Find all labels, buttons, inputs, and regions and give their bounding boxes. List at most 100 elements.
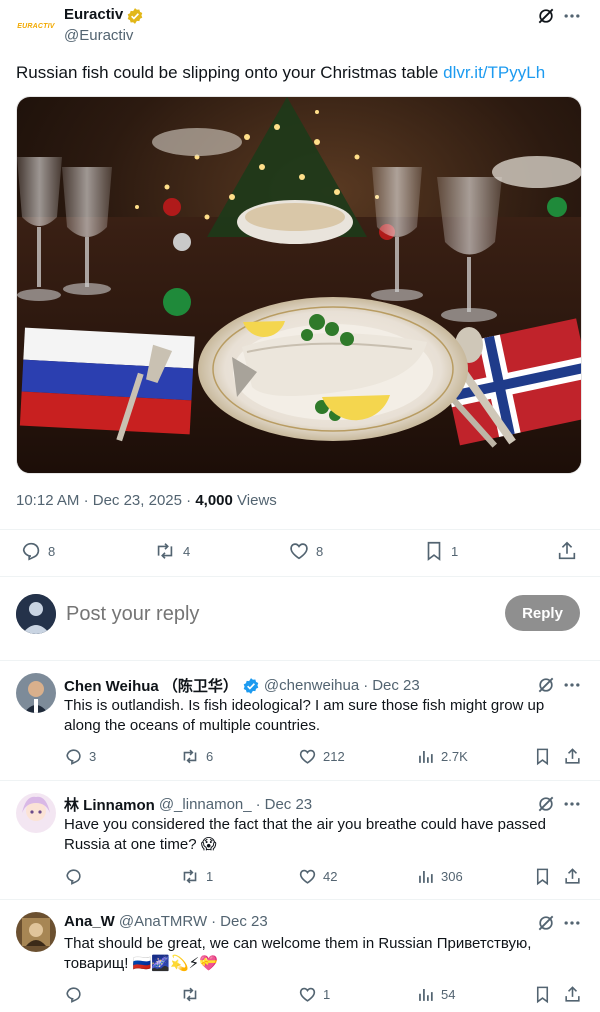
reply-actions: 1 42 306 — [0, 867, 600, 891]
grok-icon[interactable] — [536, 913, 556, 933]
reply-date[interactable]: Dec 23 — [265, 796, 313, 813]
tweet-time[interactable]: 10:12 AM — [16, 492, 79, 509]
views-count: 4,000 — [195, 492, 233, 509]
divider — [0, 780, 600, 781]
reply-separator: · — [211, 913, 217, 930]
analytics-icon — [416, 747, 435, 766]
more-icon[interactable] — [562, 675, 582, 695]
views-count: 54 — [441, 987, 456, 1002]
analytics-icon — [416, 867, 435, 886]
reply-text: This is outlandish. Is fish ideological?… — [64, 697, 545, 734]
like-action[interactable]: 212 — [298, 747, 345, 766]
views-label: Views — [237, 492, 277, 509]
reply-action[interactable]: 8 — [20, 540, 55, 562]
like-action[interactable]: 42 — [298, 867, 337, 886]
repost-icon — [153, 540, 177, 562]
bookmark-action[interactable]: 1 — [423, 540, 458, 562]
views-action[interactable]: 2.7K — [416, 747, 468, 766]
reply-count: 8 — [48, 543, 56, 559]
more-icon[interactable] — [562, 913, 582, 933]
like-action[interactable]: 1 — [298, 985, 330, 1004]
reply-avatar[interactable] — [16, 673, 56, 713]
reply-author-handle[interactable]: @_linnamon_ — [159, 796, 252, 813]
reply-text: That should be great, we can welcome the… — [64, 935, 532, 972]
reply-author-name[interactable]: Chen Weihua （陈卫华） — [64, 675, 238, 696]
views-count: 306 — [441, 869, 463, 884]
author-name[interactable]: Euractiv — [64, 6, 123, 23]
bookmark-icon — [533, 985, 552, 1004]
divider — [0, 576, 600, 577]
reply-action[interactable] — [64, 867, 89, 886]
christmas-table-photo — [17, 97, 581, 473]
reply-icon — [64, 867, 83, 886]
tweet-body: Russian fish could be slipping onto your… — [16, 63, 444, 82]
views-action[interactable]: 54 — [416, 985, 455, 1004]
share-icon — [563, 985, 582, 1004]
grok-icon[interactable] — [536, 794, 556, 814]
share-icon — [563, 747, 582, 766]
share-action[interactable] — [563, 985, 582, 1004]
reply-input[interactable] — [66, 600, 486, 628]
analytics-icon — [416, 985, 435, 1004]
like-action[interactable]: 8 — [288, 540, 323, 562]
tweet-link[interactable]: dlvr.it/TPyyLh — [443, 63, 545, 82]
like-count: 8 — [316, 543, 324, 559]
repost-action[interactable] — [180, 985, 206, 1004]
tweet-actions: 8 4 8 1 — [0, 540, 600, 564]
share-icon — [556, 540, 578, 562]
more-icon[interactable] — [562, 6, 582, 26]
heart-icon — [288, 540, 310, 562]
reply-author-handle[interactable]: @AnaTMRW — [119, 913, 207, 930]
reply-header: Ana_W @AnaTMRW · Dec 23 — [64, 913, 268, 930]
my-avatar[interactable] — [16, 594, 56, 634]
reply-action[interactable]: 3 — [64, 747, 96, 766]
repost-count: 6 — [206, 749, 214, 764]
more-icon[interactable] — [562, 794, 582, 814]
repost-icon — [180, 747, 200, 766]
bookmark-action[interactable] — [533, 747, 552, 766]
like-count: 1 — [323, 987, 331, 1002]
reply-button[interactable]: Reply — [505, 595, 580, 631]
repost-action[interactable]: 6 — [180, 747, 213, 766]
reply-avatar[interactable] — [16, 793, 56, 833]
tweet-meta: 10:12 AM · Dec 23, 2025 · 4,000 Views — [16, 492, 277, 509]
reply-action[interactable] — [64, 985, 89, 1004]
repost-action[interactable]: 4 — [153, 540, 190, 562]
share-action[interactable] — [563, 747, 582, 766]
reply-text: Have you considered the fact that the ai… — [64, 816, 546, 853]
share-action[interactable] — [556, 540, 578, 562]
verified-gold-icon — [126, 7, 144, 25]
reply-actions: 1 54 — [0, 985, 600, 1009]
reply-author-name[interactable]: Ana_W — [64, 913, 115, 930]
repost-action[interactable]: 1 — [180, 867, 213, 886]
reply-header: Chen Weihua （陈卫华） @chenweihua · Dec 23 — [64, 675, 420, 696]
tweet-text: Russian fish could be slipping onto your… — [16, 63, 545, 83]
grok-icon[interactable] — [536, 675, 556, 695]
reply-author-name[interactable]: 林 Linnamon — [64, 794, 155, 815]
share-action[interactable] — [563, 867, 582, 886]
reply-icon — [64, 747, 83, 766]
reply-author-handle[interactable]: @chenweihua — [264, 677, 359, 694]
views-action[interactable]: 306 — [416, 867, 463, 886]
share-icon — [563, 867, 582, 886]
reply-icon — [20, 540, 42, 562]
tweet-image[interactable] — [16, 96, 582, 474]
repost-icon — [180, 985, 200, 1004]
author-avatar[interactable]: EURACTIV — [16, 6, 56, 46]
meta-separator: · — [186, 492, 192, 509]
reply-date[interactable]: Dec 23 — [372, 677, 420, 694]
reply-date[interactable]: Dec 23 — [220, 913, 268, 930]
reply-icon — [64, 985, 83, 1004]
views-count: 2.7K — [441, 749, 468, 764]
bookmark-action[interactable] — [533, 867, 552, 886]
author-handle[interactable]: @Euractiv — [64, 27, 133, 44]
reply-actions: 3 6 212 2.7K — [0, 747, 600, 771]
repost-count: 1 — [206, 869, 214, 884]
like-count: 42 — [323, 869, 338, 884]
bookmark-icon — [533, 867, 552, 886]
tweet-date[interactable]: Dec 23, 2025 — [93, 492, 182, 509]
logo-text: EURACTIV — [17, 22, 55, 30]
grok-icon[interactable] — [536, 6, 556, 26]
bookmark-action[interactable] — [533, 985, 552, 1004]
reply-avatar[interactable] — [16, 912, 56, 952]
